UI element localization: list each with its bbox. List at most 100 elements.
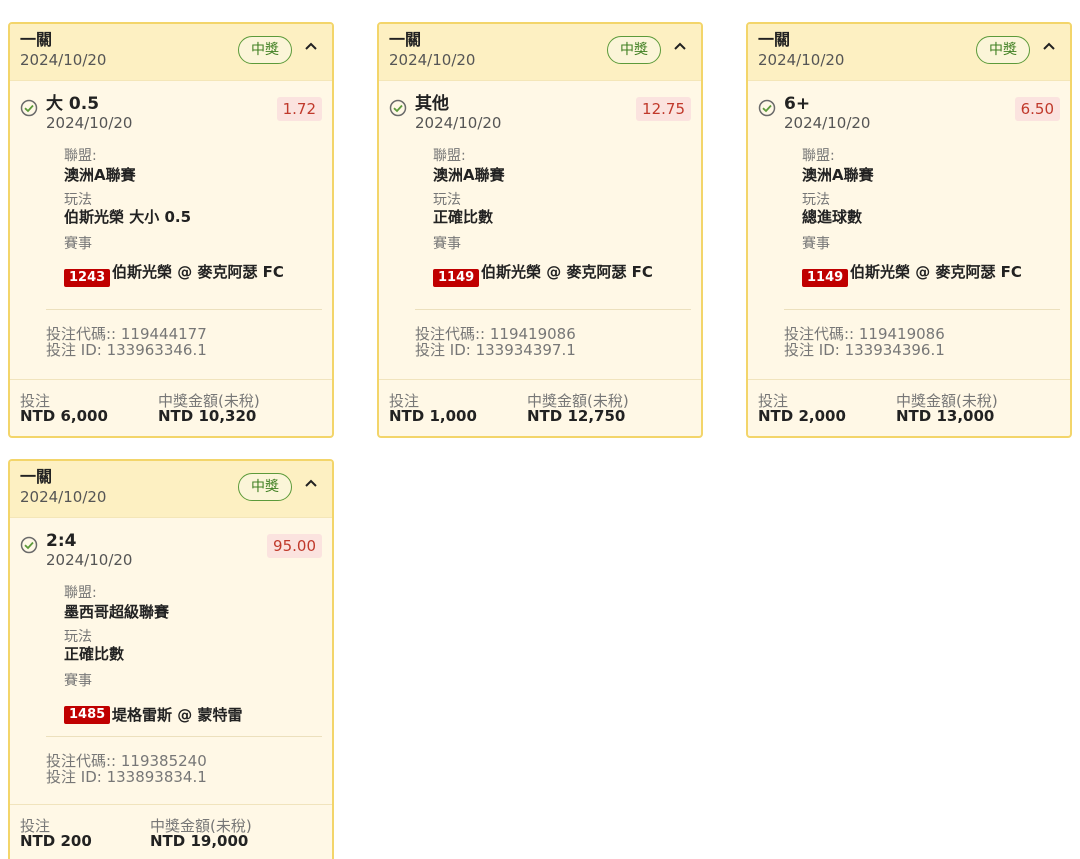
bet-card: 一關 2024/10/20 中獎 其他 2024/10/20 12.75 聯盟:… (377, 22, 703, 438)
win-status-badge: 中獎 (238, 36, 292, 64)
selection-date: 2024/10/20 (415, 114, 502, 132)
event-name: 伯斯光榮 @ 麥克阿瑟 FC (112, 263, 284, 281)
win-status-badge: 中獎 (607, 36, 661, 64)
card-body: 其他 2024/10/20 12.75 聯盟: 澳洲A聯賽 玩法 正確比數 賽事… (379, 81, 701, 380)
event-label: 賽事 (64, 236, 92, 252)
event-id-badge: 1485 (64, 706, 111, 724)
bet-code: 投注代碼:: 119385240 (46, 752, 207, 770)
selection-date: 2024/10/20 (784, 114, 871, 132)
card-body: 大 0.5 2024/10/20 1.72 聯盟: 澳洲A聯賽 玩法 伯斯光榮 … (10, 81, 332, 380)
card-header[interactable]: 一關 2024/10/20 中獎 (10, 461, 332, 518)
odds-badge: 6.50 (1014, 97, 1060, 121)
bet-date: 2024/10/20 (758, 51, 845, 69)
card-footer: 投注 NTD 200 中獎金額(未稅) NTD 19,000 (10, 805, 332, 859)
stake-label: 投注 (389, 392, 420, 410)
check-circle-icon (20, 99, 38, 117)
stake-label: 投注 (20, 392, 51, 410)
stake-value: NTD 1,000 (389, 407, 477, 425)
bet-date: 2024/10/20 (20, 51, 107, 69)
bet-card: 一關 2024/10/20 中獎 大 0.5 2024/10/20 1.72 聯… (8, 22, 334, 438)
payout-label: 中獎金額(未稅) (158, 392, 260, 410)
league-value: 墨西哥超級聯賽 (64, 603, 170, 621)
market-value: 正確比數 (433, 208, 494, 226)
payout-value: NTD 12,750 (527, 407, 626, 425)
card-header[interactable]: 一關 2024/10/20 中獎 (748, 24, 1070, 81)
bet-card: 一關 2024/10/20 中獎 6+ 2024/10/20 6.50 聯盟: … (746, 22, 1072, 438)
payout-value: NTD 10,320 (158, 407, 257, 425)
card-footer: 投注 NTD 1,000 中獎金額(未稅) NTD 12,750 (379, 380, 701, 436)
stake-value: NTD 6,000 (20, 407, 108, 425)
bet-type-title: 一關 (20, 30, 53, 49)
odds-badge: 1.72 (276, 97, 322, 121)
league-label: 聯盟: (433, 148, 466, 164)
event-id-badge: 1243 (64, 269, 111, 287)
chevron-up-icon[interactable] (302, 475, 320, 493)
card-footer: 投注 NTD 2,000 中獎金額(未稅) NTD 13,000 (748, 380, 1070, 436)
bet-id: 投注 ID: 133934397.1 (415, 341, 576, 359)
selection-date: 2024/10/20 (46, 114, 133, 132)
event-name: 堤格雷斯 @ 蒙特雷 (112, 706, 243, 724)
selection-name: 其他 (415, 94, 449, 114)
market-value: 伯斯光榮 大小 0.5 (64, 208, 192, 226)
check-circle-icon (758, 99, 776, 117)
selection-name: 大 0.5 (46, 94, 100, 114)
divider (46, 309, 322, 310)
stake-value: NTD 2,000 (758, 407, 846, 425)
card-body: 6+ 2024/10/20 6.50 聯盟: 澳洲A聯賽 玩法 總進球數 賽事 … (748, 81, 1070, 380)
divider (46, 736, 322, 737)
market-label: 玩法 (64, 629, 92, 645)
league-label: 聯盟: (64, 148, 97, 164)
check-circle-icon (389, 99, 407, 117)
chevron-up-icon[interactable] (1040, 38, 1058, 56)
market-label: 玩法 (433, 192, 461, 208)
payout-value: NTD 13,000 (896, 407, 995, 425)
odds-badge: 95.00 (267, 534, 322, 558)
league-value: 澳洲A聯賽 (433, 166, 505, 184)
market-label: 玩法 (64, 192, 92, 208)
bet-card: 一關 2024/10/20 中獎 2:4 2024/10/20 95.00 聯盟… (8, 459, 334, 859)
bet-code: 投注代碼:: 119419086 (415, 325, 576, 343)
selection-name: 6+ (784, 94, 811, 114)
market-label: 玩法 (802, 192, 830, 208)
card-footer: 投注 NTD 6,000 中獎金額(未稅) NTD 10,320 (10, 380, 332, 436)
win-status-badge: 中獎 (976, 36, 1030, 64)
check-circle-icon (20, 536, 38, 554)
bet-date: 2024/10/20 (389, 51, 476, 69)
chevron-up-icon[interactable] (302, 38, 320, 56)
stake-label: 投注 (20, 817, 51, 835)
payout-label: 中獎金額(未稅) (150, 817, 252, 835)
bet-code: 投注代碼:: 119444177 (46, 325, 207, 343)
league-value: 澳洲A聯賽 (64, 166, 136, 184)
divider (415, 309, 691, 310)
event-id-badge: 1149 (433, 269, 480, 287)
event-name: 伯斯光榮 @ 麥克阿瑟 FC (850, 263, 1022, 281)
market-value: 正確比數 (64, 645, 125, 663)
win-status-badge: 中獎 (238, 473, 292, 501)
stake-value: NTD 200 (20, 832, 92, 850)
card-body: 2:4 2024/10/20 95.00 聯盟: 墨西哥超級聯賽 玩法 正確比數… (10, 518, 332, 805)
bet-code: 投注代碼:: 119419086 (784, 325, 945, 343)
event-label: 賽事 (802, 236, 830, 252)
bet-id: 投注 ID: 133893834.1 (46, 768, 207, 786)
bet-type-title: 一關 (758, 30, 791, 49)
event-name: 伯斯光榮 @ 麥克阿瑟 FC (481, 263, 653, 281)
stake-label: 投注 (758, 392, 789, 410)
league-label: 聯盟: (802, 148, 835, 164)
event-label: 賽事 (433, 236, 461, 252)
chevron-up-icon[interactable] (671, 38, 689, 56)
card-header[interactable]: 一關 2024/10/20 中獎 (379, 24, 701, 81)
event-id-badge: 1149 (802, 269, 849, 287)
card-header[interactable]: 一關 2024/10/20 中獎 (10, 24, 332, 81)
bet-type-title: 一關 (20, 467, 53, 486)
league-value: 澳洲A聯賽 (802, 166, 874, 184)
odds-badge: 12.75 (636, 97, 691, 121)
league-label: 聯盟: (64, 585, 97, 601)
payout-label: 中獎金額(未稅) (527, 392, 629, 410)
bet-id: 投注 ID: 133963346.1 (46, 341, 207, 359)
payout-label: 中獎金額(未稅) (896, 392, 998, 410)
payout-value: NTD 19,000 (150, 832, 249, 850)
event-label: 賽事 (64, 673, 92, 689)
bet-type-title: 一關 (389, 30, 422, 49)
selection-name: 2:4 (46, 531, 77, 551)
bet-id: 投注 ID: 133934396.1 (784, 341, 945, 359)
